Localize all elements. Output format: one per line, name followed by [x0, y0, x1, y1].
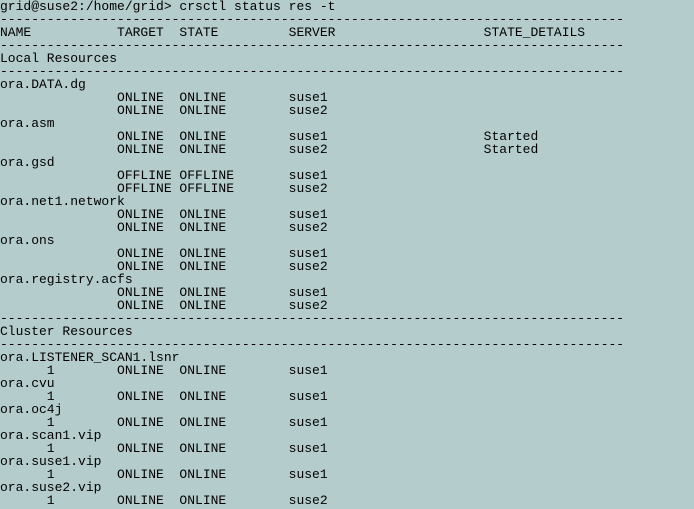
terminal-output: grid@suse2:/home/grid> crsctl status res… [0, 0, 694, 507]
